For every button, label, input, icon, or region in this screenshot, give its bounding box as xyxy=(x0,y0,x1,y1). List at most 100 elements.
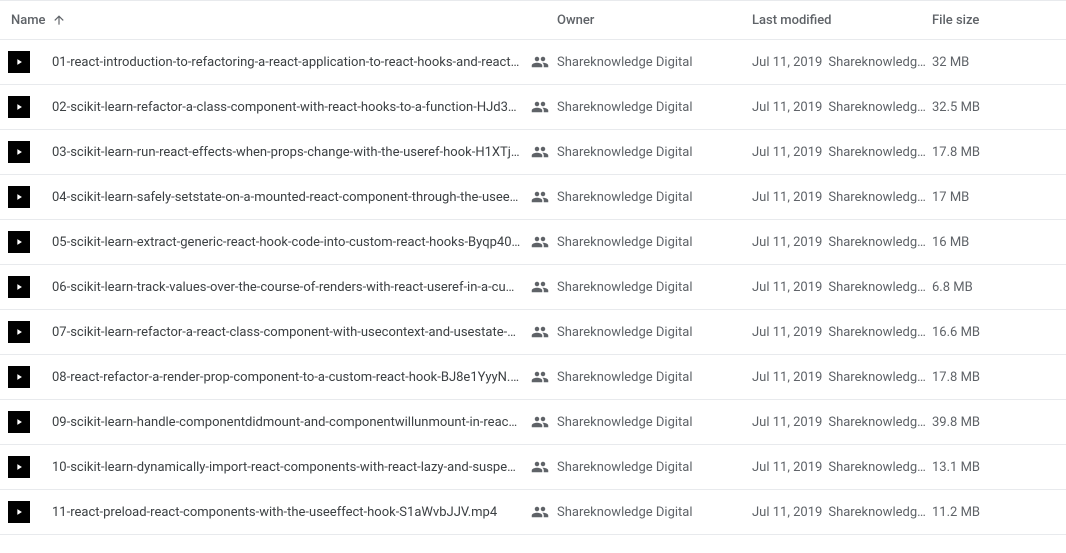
file-modified: Jul 11, 2019 Shareknowledge Digital … xyxy=(752,415,932,430)
table-row[interactable]: 10-scikit-learn-dynamically-import-react… xyxy=(0,445,1066,490)
file-name: 05-scikit-learn-extract-generic-react-ho… xyxy=(52,235,521,250)
file-name: 04-scikit-learn-safely-setstate-on-a-mou… xyxy=(52,190,521,205)
shared-icon xyxy=(531,233,549,251)
file-modified-by: Shareknowledge Digital … xyxy=(828,280,926,295)
file-rows: 01-react-introduction-to-refactoring-a-r… xyxy=(0,40,1066,535)
file-modified-by: Shareknowledge Digital … xyxy=(828,190,926,205)
file-size: 17 MB xyxy=(932,190,1042,205)
shared-icon xyxy=(531,503,549,521)
file-owner: Shareknowledge Digital xyxy=(557,325,752,340)
file-name: 03-scikit-learn-run-react-effects-when-p… xyxy=(52,145,521,160)
video-thumbnail-play-icon xyxy=(8,231,30,253)
file-modified: Jul 11, 2019 Shareknowledge Digital … xyxy=(752,145,932,160)
file-modified-by: Shareknowledge Digital … xyxy=(828,55,926,70)
column-header-owner-label: Owner xyxy=(557,13,594,28)
table-row[interactable]: 04-scikit-learn-safely-setstate-on-a-mou… xyxy=(0,175,1066,220)
file-owner: Shareknowledge Digital xyxy=(557,415,752,430)
file-owner: Shareknowledge Digital xyxy=(557,145,752,160)
file-modified-date: Jul 11, 2019 xyxy=(752,280,822,295)
file-size: 16.6 MB xyxy=(932,325,1042,340)
file-name: 02-scikit-learn-refactor-a-class-compone… xyxy=(52,100,521,115)
file-name: 01-react-introduction-to-refactoring-a-r… xyxy=(52,55,521,70)
table-row[interactable]: 06-scikit-learn-track-values-over-the-co… xyxy=(0,265,1066,310)
file-modified-by: Shareknowledge Digital … xyxy=(828,325,926,340)
file-modified-by: Shareknowledge Digital … xyxy=(828,415,926,430)
file-modified: Jul 11, 2019Shareknowledge Digital … xyxy=(752,190,932,205)
file-owner: Shareknowledge Digital xyxy=(557,55,752,70)
video-thumbnail-play-icon xyxy=(8,141,30,163)
file-size: 16 MB xyxy=(932,235,1042,250)
file-owner: Shareknowledge Digital xyxy=(557,235,752,250)
shared-icon xyxy=(531,53,549,71)
shared-icon xyxy=(531,413,549,431)
file-size: 39.8 MB xyxy=(932,415,1042,430)
file-modified: Jul 11, 2019Shareknowledge Digital … xyxy=(752,235,932,250)
table-row[interactable]: 03-scikit-learn-run-react-effects-when-p… xyxy=(0,130,1066,175)
file-owner: Shareknowledge Digital xyxy=(557,190,752,205)
file-size: 13.1 MB xyxy=(932,460,1042,475)
video-thumbnail-play-icon xyxy=(8,456,30,478)
file-modified-date: Jul 11, 2019 xyxy=(752,505,822,520)
column-header-owner[interactable]: Owner xyxy=(557,13,752,28)
file-modified-date: Jul 11, 2019 xyxy=(752,460,822,475)
file-modified-date: Jul 11, 2019 xyxy=(752,415,822,430)
shared-icon xyxy=(531,323,549,341)
file-owner: Shareknowledge Digital xyxy=(557,280,752,295)
file-modified-by: Shareknowledge Digital … xyxy=(828,505,926,520)
file-owner: Shareknowledge Digital xyxy=(557,370,752,385)
file-size: 32 MB xyxy=(932,55,1042,70)
file-modified: Jul 11, 2019 Shareknowledge Digital … xyxy=(752,55,932,70)
video-thumbnail-play-icon xyxy=(8,321,30,343)
table-row[interactable]: 05-scikit-learn-extract-generic-react-ho… xyxy=(0,220,1066,265)
file-modified: Jul 11, 2019 Shareknowledge Digital … xyxy=(752,280,932,295)
shared-icon xyxy=(531,368,549,386)
shared-icon xyxy=(531,188,549,206)
file-name: 11-react-preload-react-components-with-t… xyxy=(52,505,521,520)
table-row[interactable]: 08-react-refactor-a-render-prop-componen… xyxy=(0,355,1066,400)
video-thumbnail-play-icon xyxy=(8,51,30,73)
video-thumbnail-play-icon xyxy=(8,411,30,433)
sort-ascending-icon xyxy=(52,13,66,27)
file-name: 06-scikit-learn-track-values-over-the-co… xyxy=(52,280,521,295)
file-name: 08-react-refactor-a-render-prop-componen… xyxy=(52,370,521,385)
file-modified-by: Shareknowledge Digital … xyxy=(828,370,926,385)
table-row[interactable]: 02-scikit-learn-refactor-a-class-compone… xyxy=(0,85,1066,130)
table-row[interactable]: 01-react-introduction-to-refactoring-a-r… xyxy=(0,40,1066,85)
file-modified-date: Jul 11, 2019 xyxy=(752,145,822,160)
column-header-modified[interactable]: Last modified xyxy=(752,13,932,28)
table-row[interactable]: 07-scikit-learn-refactor-a-react-class-c… xyxy=(0,310,1066,355)
shared-icon xyxy=(531,98,549,116)
file-size: 11.2 MB xyxy=(932,505,1042,520)
file-modified: Jul 11, 2019 Shareknowledge Digital … xyxy=(752,505,932,520)
file-modified: Jul 11, 2019 Shareknowledge Digital … xyxy=(752,100,932,115)
shared-icon xyxy=(531,458,549,476)
file-modified-by: Shareknowledge Digital … xyxy=(828,145,926,160)
shared-icon xyxy=(531,143,549,161)
column-header-name-label: Name xyxy=(11,13,46,28)
file-size: 6.8 MB xyxy=(932,280,1042,295)
file-modified-date: Jul 11, 2019 xyxy=(752,100,822,115)
file-size: 17.8 MB xyxy=(932,370,1042,385)
file-list-container: Name Owner Last modified File size 01-re… xyxy=(0,0,1066,535)
file-owner: Shareknowledge Digital xyxy=(557,505,752,520)
file-size: 32.5 MB xyxy=(932,100,1042,115)
video-thumbnail-play-icon xyxy=(8,96,30,118)
file-modified-date: Jul 11, 2019 xyxy=(752,325,822,340)
column-header-name[interactable]: Name xyxy=(8,13,557,28)
file-name: 10-scikit-learn-dynamically-import-react… xyxy=(52,460,521,475)
table-row[interactable]: 09-scikit-learn-handle-componentdidmount… xyxy=(0,400,1066,445)
column-header-size[interactable]: File size xyxy=(932,13,1042,28)
video-thumbnail-play-icon xyxy=(8,501,30,523)
file-modified: Jul 11, 2019Shareknowledge Digital … xyxy=(752,460,932,475)
file-name: 07-scikit-learn-refactor-a-react-class-c… xyxy=(52,325,521,340)
file-modified-date: Jul 11, 2019 xyxy=(752,235,822,250)
file-size: 17.8 MB xyxy=(932,145,1042,160)
video-thumbnail-play-icon xyxy=(8,186,30,208)
video-thumbnail-play-icon xyxy=(8,276,30,298)
table-header-row: Name Owner Last modified File size xyxy=(0,0,1066,40)
file-owner: Shareknowledge Digital xyxy=(557,100,752,115)
table-row[interactable]: 11-react-preload-react-components-with-t… xyxy=(0,490,1066,535)
file-modified: Jul 11, 2019 Shareknowledge Digital … xyxy=(752,325,932,340)
file-modified-by: Shareknowledge Digital … xyxy=(828,100,926,115)
file-modified-date: Jul 11, 2019 xyxy=(752,55,822,70)
